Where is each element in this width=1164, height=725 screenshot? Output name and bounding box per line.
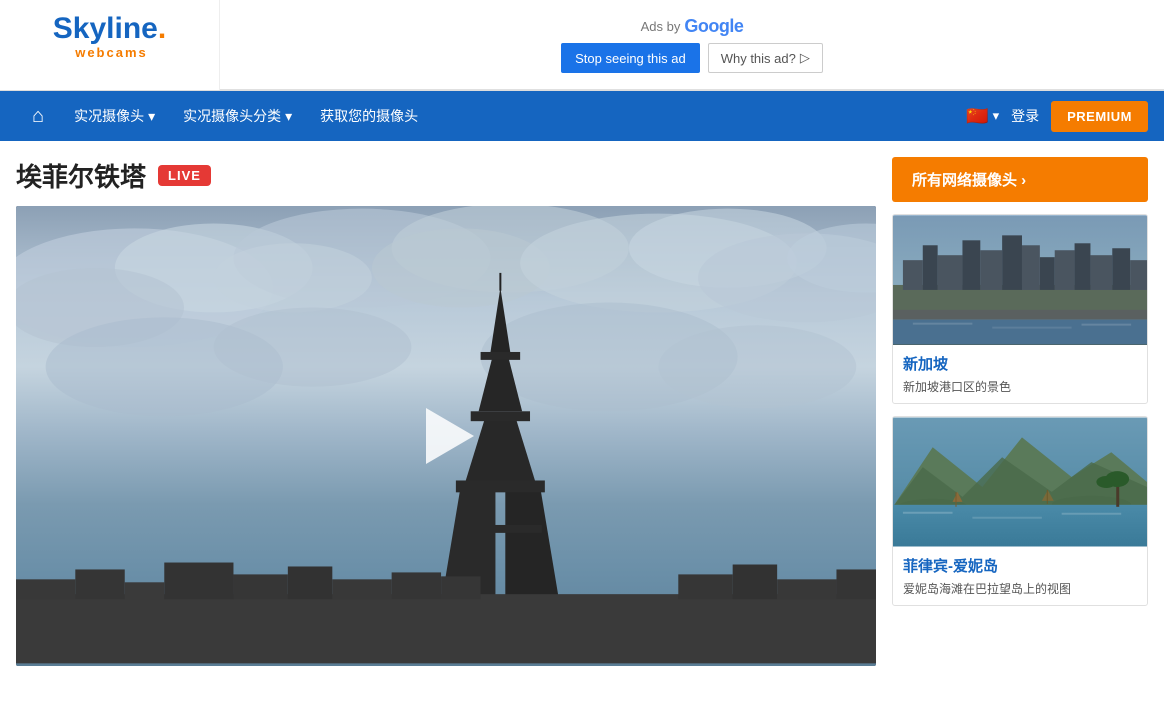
philippines-svg [893, 417, 1147, 547]
ad-bar: Ads by Google Stop seeing this ad Why th… [220, 0, 1164, 90]
dropdown-arrow-icon: ▾ [285, 108, 292, 125]
webcam-card-desc: 新加坡港口区的景色 [903, 378, 1137, 395]
video-player[interactable] [16, 206, 876, 666]
video-frame [16, 206, 876, 666]
premium-button[interactable]: PREMIUM [1051, 101, 1148, 132]
navbar-item-get-camera[interactable]: 获取您的摄像头 [306, 91, 432, 141]
page-title: 埃菲尔铁塔 [16, 157, 146, 194]
live-badge: LIVE [158, 165, 211, 186]
webcam-card-info: 新加坡 新加坡港口区的景色 [893, 345, 1147, 403]
logo-skyline[interactable]: Skyline. [53, 12, 166, 45]
dropdown-arrow-icon: ▾ [993, 108, 1000, 124]
logo-area: Skyline. webcams [0, 0, 220, 90]
webcam-card-philippines[interactable]: 菲律宾-爱妮岛 爱妮岛海滩在巴拉望岛上的视图 [892, 416, 1148, 606]
left-section: 埃菲尔铁塔 LIVE [16, 157, 876, 666]
webcam-card-image [893, 417, 1147, 547]
page-title-area: 埃菲尔铁塔 LIVE [16, 157, 876, 194]
flag-icon: 🇨🇳 [966, 106, 988, 127]
navbar-item-webcams[interactable]: 实况摄像头 ▾ [60, 91, 169, 141]
all-webcams-button[interactable]: 所有网络摄像头 › [892, 157, 1148, 202]
webcam-card-singapore[interactable]: 新加坡 新加坡港口区的景色 [892, 214, 1148, 404]
navbar-item-categories[interactable]: 实况摄像头分类 ▾ [169, 91, 306, 141]
navbar-right: 🇨🇳 ▾ 登录 PREMIUM [966, 101, 1148, 132]
login-button[interactable]: 登录 [1011, 106, 1039, 126]
main-content: 埃菲尔铁塔 LIVE [0, 141, 1164, 682]
webcam-card-info: 菲律宾-爱妮岛 爱妮岛海滩在巴拉望岛上的视图 [893, 547, 1147, 605]
right-sidebar: 所有网络摄像头 › [892, 157, 1148, 666]
ads-by-google-label: Ads by Google [641, 16, 744, 37]
navbar-home-button[interactable]: ⌂ [16, 105, 60, 128]
stop-seeing-ad-button[interactable]: Stop seeing this ad [561, 43, 700, 73]
ad-buttons: Stop seeing this ad Why this ad? ▷ [561, 43, 823, 73]
home-icon: ⌂ [32, 105, 44, 128]
play-icon [426, 408, 474, 464]
dropdown-arrow-icon: ▾ [148, 108, 155, 125]
logo-webcams: webcams [71, 45, 148, 60]
webcam-card-desc: 爱妮岛海滩在巴拉望岛上的视图 [903, 580, 1137, 597]
why-this-ad-button[interactable]: Why this ad? ▷ [708, 43, 823, 73]
webcam-card-title[interactable]: 菲律宾-爱妮岛 [903, 555, 1137, 576]
singapore-svg [893, 215, 1147, 345]
singapore-scene [893, 215, 1147, 345]
webcam-card-image [893, 215, 1147, 345]
webcam-card-title[interactable]: 新加坡 [903, 353, 1137, 374]
language-selector[interactable]: 🇨🇳 ▾ [966, 106, 999, 127]
play-button[interactable] [411, 401, 481, 471]
navbar: ⌂ 实况摄像头 ▾ 实况摄像头分类 ▾ 获取您的摄像头 🇨🇳 ▾ 登录 PREM… [0, 91, 1164, 141]
